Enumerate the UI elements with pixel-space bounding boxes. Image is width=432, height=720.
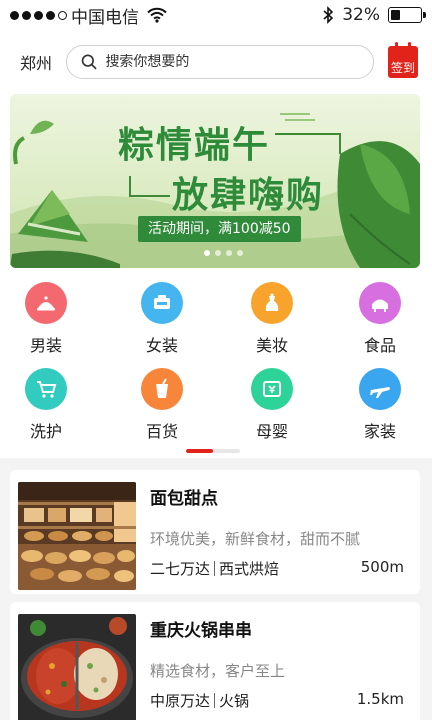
shop-description: 精选食材，客户至上 (150, 662, 286, 680)
shop-card[interactable]: 重庆火锅串串 精选食材，客户至上 中原万达 火锅 1.5km (10, 602, 420, 720)
category-general[interactable]: 百货 (122, 368, 202, 442)
category-women[interactable]: 女装 (122, 282, 202, 356)
category-food[interactable]: 食品 (340, 282, 420, 356)
category-label: 食品 (363, 336, 396, 355)
status-bar: 中国电信 32% (0, 0, 432, 30)
wifi-icon (147, 7, 167, 23)
shop-card[interactable]: 面包甜点 环境优美，新鲜食材，甜而不腻 二七万达 西式烘焙 500m (10, 470, 420, 594)
carousel-dot[interactable] (237, 250, 243, 256)
signal-icon (10, 10, 67, 20)
battery-icon (388, 7, 426, 23)
shop-type: 西式烘焙 (219, 560, 280, 578)
checkin-button[interactable]: 签到 (388, 42, 418, 78)
category-label: 洗护 (29, 422, 62, 441)
shop-thumbnail (18, 482, 136, 590)
banner-title-line2: 放肆嗨购 (172, 175, 325, 216)
category-label: 女装 (145, 336, 178, 355)
shop-type: 火锅 (219, 692, 250, 710)
carrier-name: 中国电信 (71, 7, 139, 28)
banner-title-line1: 粽情端午 (118, 125, 271, 166)
baby-icon (251, 368, 293, 410)
category-label: 百货 (145, 422, 178, 441)
plane-icon (359, 368, 401, 410)
city-selector[interactable]: 郑州 (20, 50, 52, 74)
dress-icon (141, 282, 183, 324)
header: 郑州 签到 (0, 30, 432, 94)
carousel-dots[interactable] (204, 250, 243, 256)
battery-level (391, 10, 400, 20)
cart-icon (25, 368, 67, 410)
category-care[interactable]: 洗护 (6, 368, 86, 442)
category-home[interactable]: 家装 (340, 368, 420, 442)
category-page-indicator (186, 449, 240, 453)
shop-location: 二七万达 西式烘焙 (150, 558, 279, 579)
search-input[interactable] (105, 54, 359, 70)
cup-icon (141, 368, 183, 410)
category-label: 母婴 (255, 422, 288, 441)
shop-name: 面包甜点 (150, 489, 218, 509)
search-bar[interactable] (66, 45, 374, 79)
shop-district: 二七万达 (150, 560, 211, 578)
category-label: 家装 (363, 422, 396, 441)
category-label: 男装 (29, 336, 62, 355)
shop-district: 中原万达 (150, 692, 211, 710)
carousel-dot[interactable] (204, 250, 210, 256)
category-grid: 男装 女装 美妆 食品 洗护 百货 母婴 家装 (0, 278, 432, 458)
shop-distance: 500m (360, 558, 404, 576)
shop-name: 重庆火锅串串 (150, 621, 252, 641)
shop-description: 环境优美，新鲜食材，甜而不腻 (150, 530, 361, 548)
shop-location: 中原万达 火锅 (150, 690, 249, 711)
bluetooth-icon (323, 6, 334, 24)
carousel-dot[interactable] (226, 250, 232, 256)
checkin-label: 签到 (390, 61, 415, 75)
category-baby[interactable]: 母婴 (232, 368, 312, 442)
carousel-dot[interactable] (215, 250, 221, 256)
category-beauty[interactable]: 美妆 (232, 282, 312, 356)
shop-thumbnail (18, 614, 136, 720)
food-icon (359, 282, 401, 324)
banner-promo-tag: 活动期间，满100减50 (138, 216, 301, 242)
lipstick-icon (251, 282, 293, 324)
banner-section: 粽情端午 放肆嗨购 活动期间，满100减50 (0, 94, 432, 278)
shop-distance: 1.5km (356, 690, 404, 708)
promo-banner[interactable]: 粽情端午 放肆嗨购 活动期间，满100减50 (10, 94, 420, 268)
search-icon (81, 54, 97, 70)
suit-icon (25, 282, 67, 324)
category-men[interactable]: 男装 (6, 282, 86, 356)
battery-percent: 32% (342, 5, 380, 25)
category-label: 美妆 (255, 336, 288, 355)
